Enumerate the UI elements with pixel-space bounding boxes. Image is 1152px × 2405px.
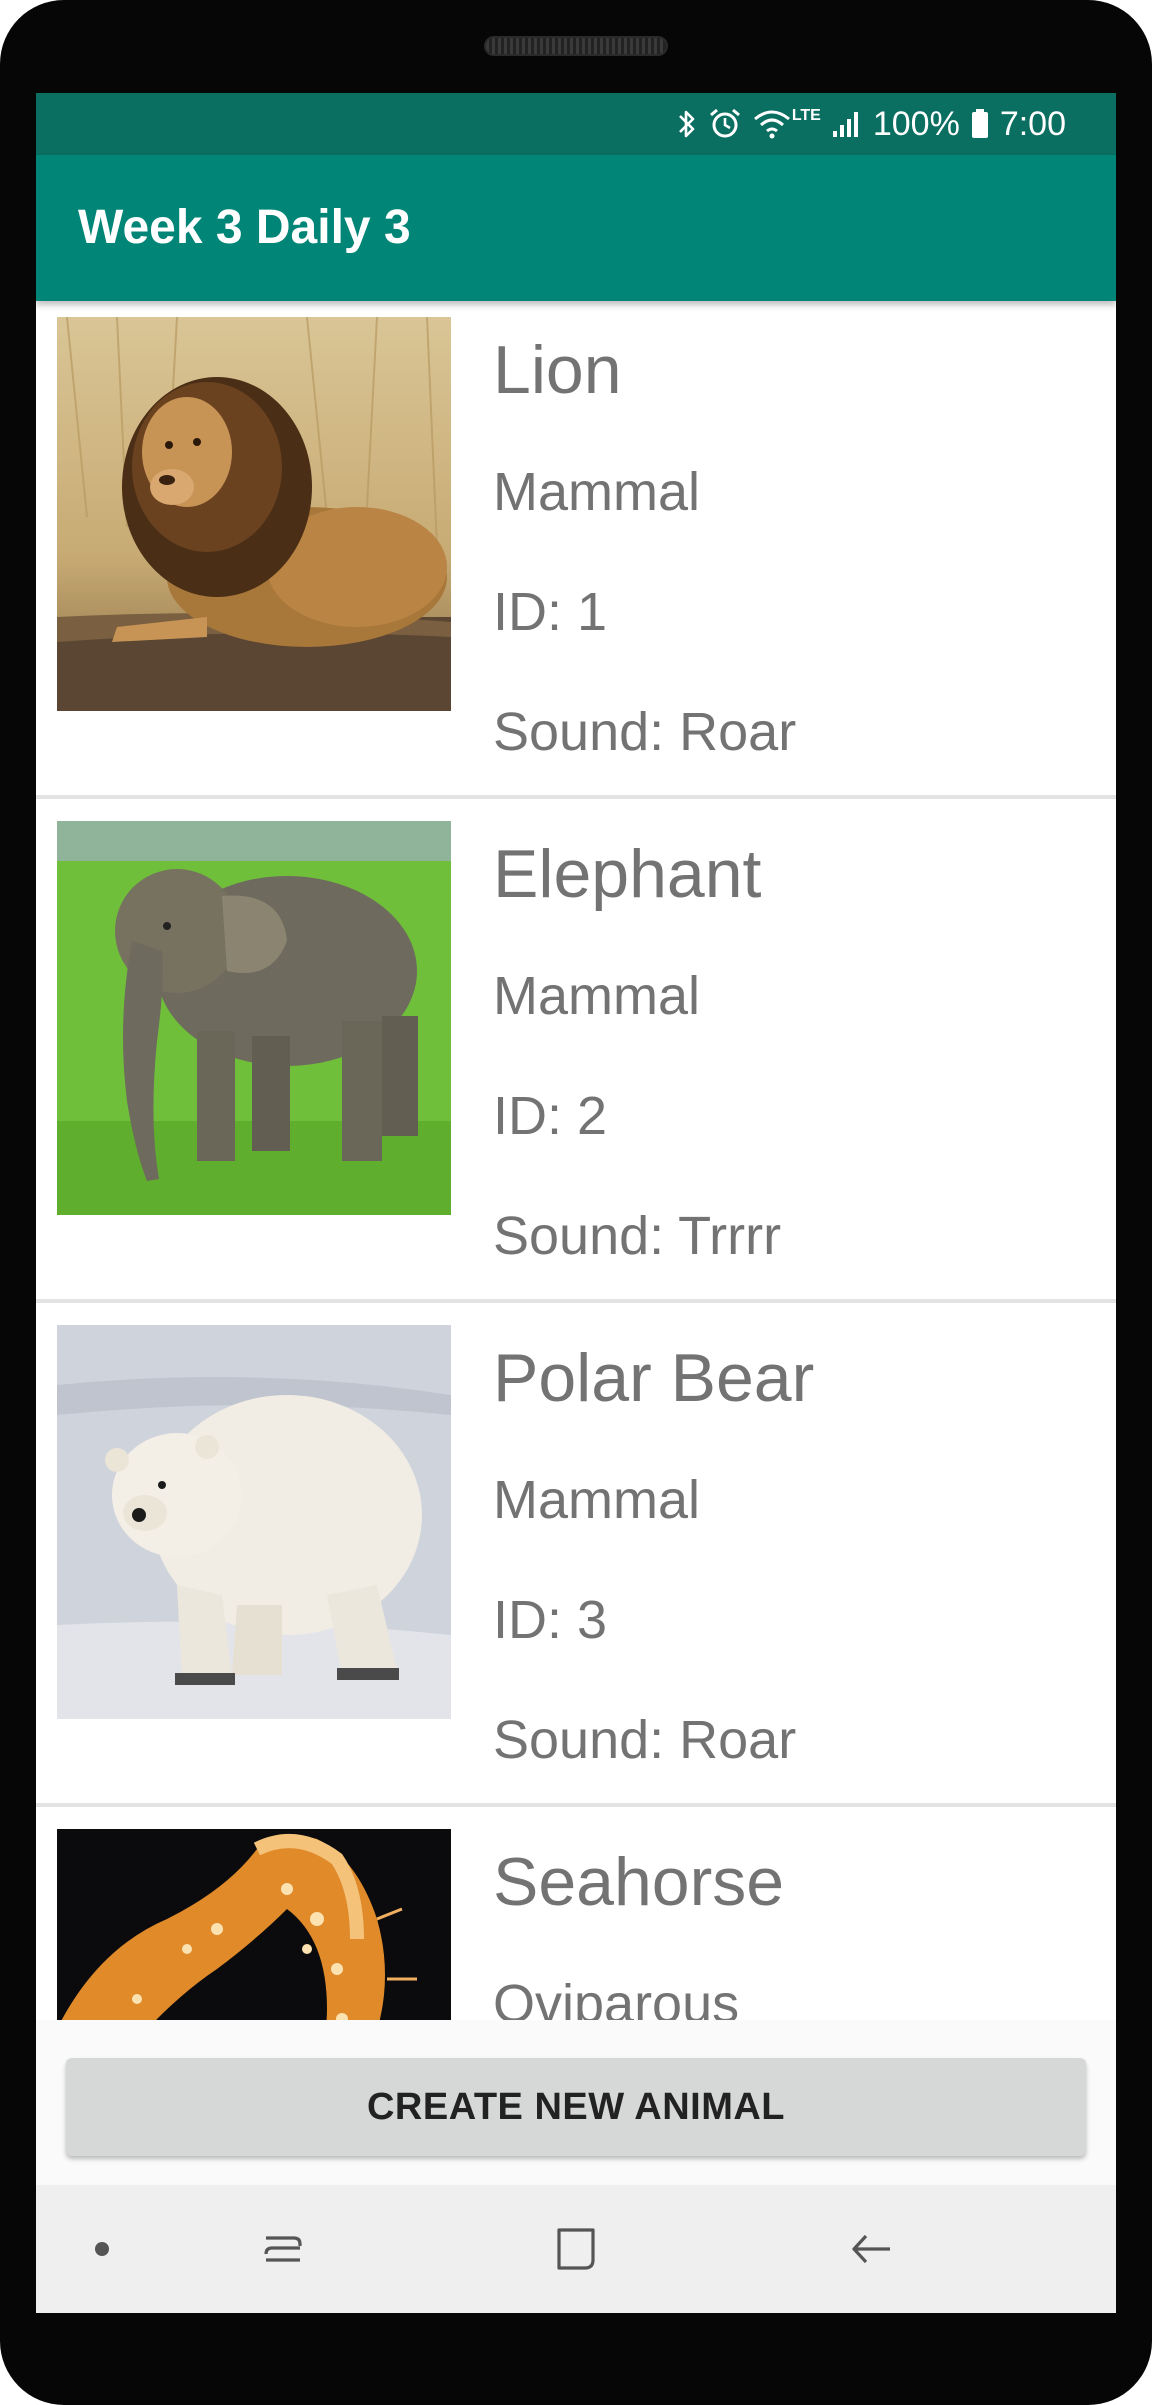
animal-name: Elephant <box>493 836 762 912</box>
network-type: LTE <box>791 107 821 124</box>
divider <box>36 1299 1116 1303</box>
screen: LTE 100% 7:00 Week 3 Daily 3 Lion Mammal… <box>36 93 1116 2313</box>
animal-id: ID: 2 <box>493 1086 608 1146</box>
animal-sound: Sound: Roar <box>493 1710 797 1770</box>
battery-percent: 100% <box>872 104 960 143</box>
lion-image <box>57 317 451 711</box>
back-icon[interactable] <box>836 2185 906 2313</box>
animal-list[interactable]: Lion Mammal ID: 1 Sound: Roar Elephant M… <box>36 301 1116 2113</box>
navigation-bar <box>36 2185 1116 2313</box>
animal-name: Polar Bear <box>493 1340 815 1416</box>
animal-id: ID: 3 <box>493 1590 608 1650</box>
create-new-animal-button[interactable]: CREATE NEW ANIMAL <box>66 2058 1086 2156</box>
animal-sound: Sound: Roar <box>493 702 797 762</box>
signal-icon <box>831 107 863 141</box>
home-icon[interactable] <box>541 2185 611 2313</box>
animal-type: Mammal <box>493 1470 701 1530</box>
list-item[interactable]: Lion Mammal ID: 1 Sound: Roar <box>36 301 1116 805</box>
divider <box>36 795 1116 799</box>
bluetooth-icon <box>676 107 698 141</box>
phone-frame: LTE 100% 7:00 Week 3 Daily 3 Lion Mammal… <box>0 0 1152 2405</box>
animal-name: Seahorse <box>493 1844 785 1920</box>
list-item[interactable]: Elephant Mammal ID: 2 Sound: Trrrr <box>36 805 1116 1309</box>
polar-bear-image <box>57 1325 451 1719</box>
dot-icon[interactable] <box>82 2185 122 2313</box>
divider <box>36 1803 1116 1807</box>
speaker-grille <box>484 36 668 56</box>
app-bar: Week 3 Daily 3 <box>36 155 1116 301</box>
animal-type: Mammal <box>493 462 701 522</box>
button-bar: CREATE NEW ANIMAL <box>36 2020 1116 2185</box>
status-icons: LTE 100% 7:00 <box>676 93 1066 155</box>
recent-apps-icon[interactable] <box>248 2185 318 2313</box>
app-title: Week 3 Daily 3 <box>78 201 411 254</box>
wifi-icon <box>752 107 792 141</box>
status-bar: LTE 100% 7:00 <box>36 93 1116 155</box>
animal-sound: Sound: Trrrr <box>493 1206 782 1266</box>
animal-name: Lion <box>493 332 622 408</box>
alarm-icon <box>708 107 742 141</box>
elephant-image <box>57 821 451 1215</box>
battery-icon <box>970 107 990 141</box>
list-item[interactable]: Polar Bear Mammal ID: 3 Sound: Roar <box>36 1309 1116 1813</box>
clock: 7:00 <box>999 104 1066 143</box>
animal-type: Mammal <box>493 966 701 1026</box>
animal-id: ID: 1 <box>493 582 608 642</box>
